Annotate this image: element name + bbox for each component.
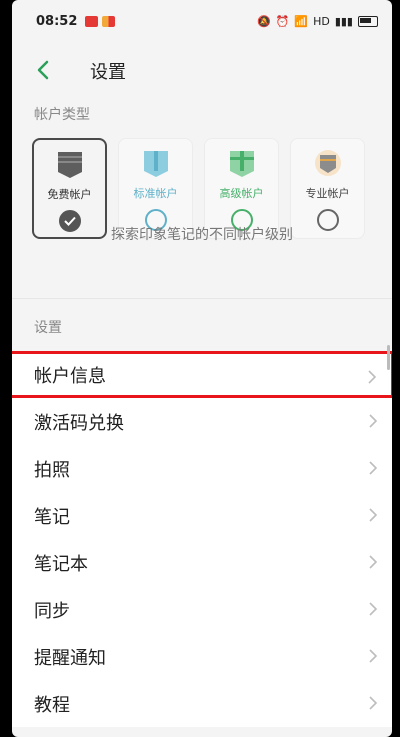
menu-item-tutorial[interactable]: 教程 (12, 680, 392, 727)
chevron-right-icon (368, 370, 377, 384)
professional-tier-icon (314, 150, 341, 176)
chevron-right-icon (369, 508, 378, 522)
status-time: 08:52 (36, 13, 78, 29)
menu-item-label: 教程 (34, 694, 70, 716)
menu-item-camera[interactable]: 拍照 (12, 445, 392, 492)
notification-icon (85, 15, 99, 27)
signal-icon: ▮▮▮ (334, 14, 353, 28)
chevron-right-icon (369, 602, 378, 616)
page-title: 设置 (90, 62, 126, 83)
app-notification-icon (102, 15, 116, 27)
settings-label: 设置 (34, 320, 62, 336)
menu-item-label: 激活码兑换 (34, 412, 124, 434)
wifi-icon: 📶 (294, 14, 309, 28)
chevron-right-icon (369, 461, 378, 475)
mute-icon: 🔕 (256, 14, 271, 28)
account-type-label: 帐户类型 (34, 107, 90, 123)
scrollbar[interactable] (387, 345, 390, 370)
tier-premium-label: 高级帐户 (219, 187, 264, 200)
settings-section: 设置 帐户信息 激活码兑换 拍照 笔记 笔记本 同步 提醒通知 教程 (12, 299, 392, 727)
menu-item-label: 笔记 (34, 506, 70, 528)
menu-item-notebooks[interactable]: 笔记本 (12, 539, 392, 586)
menu-item-label: 提醒通知 (34, 647, 106, 669)
tier-free-label: 免费帐户 (47, 188, 92, 201)
explore-tiers-link[interactable]: 探索印象笔记的不同帐户级别 (12, 224, 392, 244)
tier-standard-label: 标准帐户 (133, 187, 178, 200)
menu-item-redeem-code[interactable]: 激活码兑换 (12, 398, 392, 445)
menu-item-sync[interactable]: 同步 (12, 586, 392, 633)
premium-tier-icon (229, 151, 254, 177)
status-bar: 08:52 🔕 ⏰ 📶 HD ▮▮▮ (12, 0, 392, 42)
settings-screen: 08:52 🔕 ⏰ 📶 HD ▮▮▮ 设置 帐户类型 免费帐户 标准帐户 高级帐… (12, 0, 392, 737)
menu-item-label: 同步 (34, 600, 70, 622)
chevron-right-icon (369, 649, 378, 663)
menu-item-label: 笔记本 (34, 553, 88, 575)
status-icons: 🔕 ⏰ 📶 HD ▮▮▮ (257, 15, 378, 28)
header: 设置 (12, 42, 392, 98)
network-label: HD (313, 14, 330, 28)
menu-item-notes[interactable]: 笔记 (12, 492, 392, 539)
tier-professional-label: 专业帐户 (305, 187, 350, 200)
free-tier-icon (57, 152, 82, 178)
menu-item-reminders[interactable]: 提醒通知 (12, 633, 392, 680)
menu-item-label: 帐户信息 (34, 365, 106, 387)
settings-menu: 帐户信息 激活码兑换 拍照 笔记 笔记本 同步 提醒通知 教程 (12, 351, 392, 727)
chevron-right-icon (369, 555, 378, 569)
chevron-right-icon (369, 414, 378, 428)
standard-tier-icon (143, 151, 168, 177)
alarm-icon: ⏰ (275, 14, 290, 28)
settings-header: 设置 (12, 299, 392, 351)
account-type-section: 帐户类型 免费帐户 标准帐户 高级帐户 专业帐户 探索印象笔记的不同帐户级别 (12, 98, 392, 299)
chevron-right-icon (369, 696, 378, 710)
back-arrow-icon[interactable] (32, 58, 56, 82)
menu-item-label: 拍照 (34, 459, 70, 481)
menu-item-account-info[interactable]: 帐户信息 (12, 351, 392, 398)
battery-icon (358, 15, 378, 27)
